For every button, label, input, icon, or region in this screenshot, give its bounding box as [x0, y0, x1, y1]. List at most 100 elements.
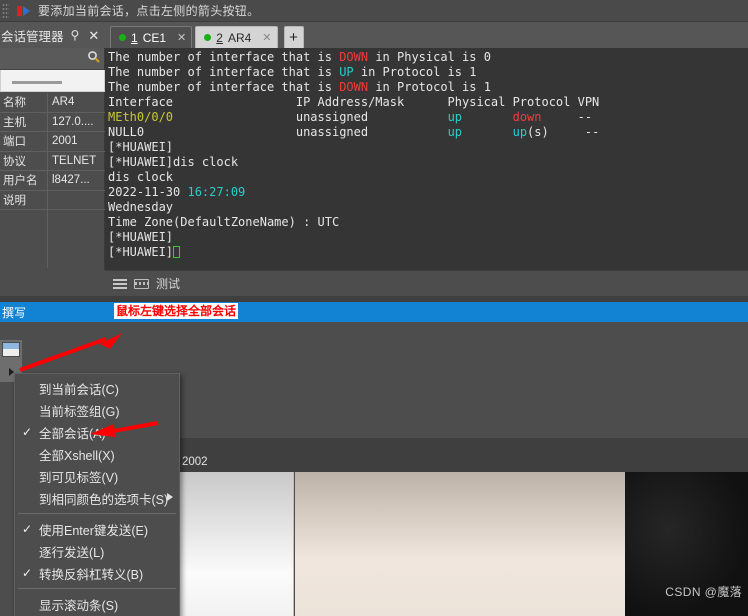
terminal-text: (s): [527, 125, 549, 139]
terminal-text: up: [513, 125, 527, 139]
menu-item-label: 使用Enter键发送(E): [39, 520, 148, 539]
terminal-text: MEth0/0/0: [108, 110, 173, 124]
menu-item-label: 全部Xshell(X): [39, 445, 115, 464]
background-panel-a: [180, 472, 294, 616]
notification-bar: 要添加当前会话，点击左侧的箭头按钮。: [0, 0, 748, 22]
menu-item-label: 显示滚动条(S): [39, 595, 118, 614]
session-toolbar: 测试: [105, 270, 748, 296]
terminal-text: Interface IP Address/Mask Physical Proto…: [108, 95, 599, 109]
terminal-line: [*HUAWEI]: [108, 230, 748, 245]
session-tree-popup[interactable]: [0, 70, 105, 92]
terminal-text: unassigned: [173, 110, 448, 124]
property-key: 名称: [0, 93, 48, 112]
send-target-icon: [2, 342, 20, 357]
menu-item[interactable]: 全部Xshell(X): [15, 443, 179, 465]
new-tab-button[interactable]: +: [284, 26, 304, 48]
terminal-line: [*HUAWEI]: [108, 245, 748, 260]
terminal-line: Wednesday: [108, 200, 748, 215]
menu-item-label: 到当前会话(C): [39, 379, 119, 398]
session-properties-table: 名称 AR4 主机 127.0.... 端口 2001 协议 TELNET 用户…: [0, 93, 105, 268]
property-value: [48, 191, 105, 210]
menu-item[interactable]: 显示滚动条(S): [15, 593, 179, 615]
pin-icon[interactable]: ⚲: [71, 29, 80, 41]
property-key: 用户名: [0, 171, 48, 190]
red-right-arrow-icon: [17, 5, 31, 17]
checkmark-icon: ✓: [22, 522, 32, 536]
notification-text: 要添加当前会话，点击左侧的箭头按钮。: [38, 2, 259, 19]
terminal-text: in Protocol is 1: [354, 65, 477, 79]
tab-ar4[interactable]: 2 AR4 ✕: [195, 26, 277, 48]
xshell-window: 要添加当前会话，点击左侧的箭头按钮。 会话管理器 ⚲ ✕ 1 CE1 ✕ 2 A…: [0, 0, 748, 616]
compose-title: 撰写: [0, 304, 26, 321]
menu-item[interactable]: ✓ 转换反斜杠转义(B): [15, 562, 179, 584]
hamburger-icon[interactable]: [113, 279, 127, 289]
drag-grip-handle[interactable]: [2, 3, 9, 19]
terminal-line: 2022-11-30 16:27:09: [108, 185, 748, 200]
menu-item[interactable]: ✓ 使用Enter键发送(E): [15, 518, 179, 540]
terminal-text: UP: [339, 65, 353, 79]
checkmark-icon: ✓: [22, 425, 32, 439]
background-panel-c: [385, 472, 625, 616]
terminal-line: The number of interface that is DOWN in …: [108, 80, 748, 95]
table-row: 主机 127.0....: [0, 113, 105, 133]
checkmark-icon: ✓: [22, 566, 32, 580]
selected-item-bar: [12, 81, 62, 84]
menu-item[interactable]: 当前标签组(G): [15, 399, 179, 421]
close-icon[interactable]: ✕: [177, 31, 186, 44]
terminal-text: Time Zone(DefaultZoneName) : UTC: [108, 215, 339, 229]
terminal-text: up: [448, 125, 462, 139]
session-manager-pane: 名称 AR4 主机 127.0.... 端口 2001 协议 TELNET 用户…: [0, 48, 105, 295]
tab-strip: 会话管理器 ⚲ ✕ 1 CE1 ✕ 2 AR4 ✕ +: [0, 22, 748, 48]
terminal-line: [*HUAWEI]dis clock: [108, 155, 748, 170]
dropdown-arrow-icon[interactable]: [9, 368, 14, 376]
terminal-line: dis clock: [108, 170, 748, 185]
annotation-text: 鼠标左键选择全部会话: [114, 303, 238, 319]
menu-separator: [18, 513, 176, 514]
terminal-text: dis clock: [108, 170, 173, 184]
terminal-text: in Protocol is 1: [368, 80, 491, 94]
terminal-text: DOWN: [339, 50, 368, 64]
menu-item[interactable]: 到当前会话(C): [15, 377, 179, 399]
terminal-line: The number of interface that is DOWN in …: [108, 50, 748, 65]
terminal-text: [462, 110, 513, 124]
compose-bar: 撰写: [0, 302, 748, 322]
terminal-line: The number of interface that is UP in Pr…: [108, 65, 748, 80]
table-row: 端口 2001: [0, 132, 105, 152]
terminal-text: [*HUAWEI]: [108, 140, 173, 154]
terminal-line: Interface IP Address/Mask Physical Proto…: [108, 95, 748, 110]
tab-number: 1: [131, 31, 138, 45]
terminal-line: [*HUAWEI]: [108, 140, 748, 155]
terminal-text: DOWN: [339, 80, 368, 94]
terminal-text: Wednesday: [108, 200, 173, 214]
terminal-line: NULL0 unassigned up up(s) --: [108, 125, 748, 140]
terminal-text: --: [542, 110, 593, 124]
property-value: AR4: [48, 93, 105, 112]
menu-item[interactable]: 逐行发送(L): [15, 540, 179, 562]
terminal-text: The number of interface that is: [108, 65, 339, 79]
search-icon[interactable]: [87, 50, 100, 68]
close-icon[interactable]: ✕: [88, 29, 99, 42]
sidepane-bottom-filler: [0, 270, 105, 296]
terminal-text: [*HUAWEI]dis clock: [108, 155, 238, 169]
tab-ce1[interactable]: 1 CE1 ✕: [110, 26, 192, 48]
send-target-context-menu[interactable]: 到当前会话(C)当前标签组(G)✓全部会话(A) 全部Xshell(X)到可见标签…: [14, 373, 180, 616]
table-row: 说明: [0, 191, 105, 211]
terminal-output[interactable]: The number of interface that is DOWN in …: [105, 48, 748, 270]
terminal-text: The number of interface that is: [108, 50, 339, 64]
terminal-cursor: [173, 246, 180, 258]
background-window-strip: 2002 CSDN @魔落: [180, 438, 748, 616]
watermark: CSDN @魔落: [665, 583, 742, 600]
table-empty-area: [0, 210, 105, 268]
submenu-arrow-icon: [167, 493, 173, 501]
menu-item-label: 转换反斜杠转义(B): [39, 564, 143, 583]
terminal-line: Time Zone(DefaultZoneName) : UTC: [108, 215, 748, 230]
table-row: 协议 TELNET: [0, 152, 105, 172]
background-port-label: 2002: [182, 456, 208, 468]
keyboard-icon[interactable]: [134, 279, 149, 289]
background-panel-d: CSDN @魔落: [625, 472, 748, 616]
menu-item[interactable]: ✓全部会话(A): [15, 421, 179, 443]
close-icon[interactable]: ✕: [262, 31, 271, 44]
menu-item[interactable]: 到可见标签(V): [15, 465, 179, 487]
search-row[interactable]: [0, 48, 104, 70]
menu-item[interactable]: 到相同颜色的选项卡(S): [15, 487, 179, 509]
